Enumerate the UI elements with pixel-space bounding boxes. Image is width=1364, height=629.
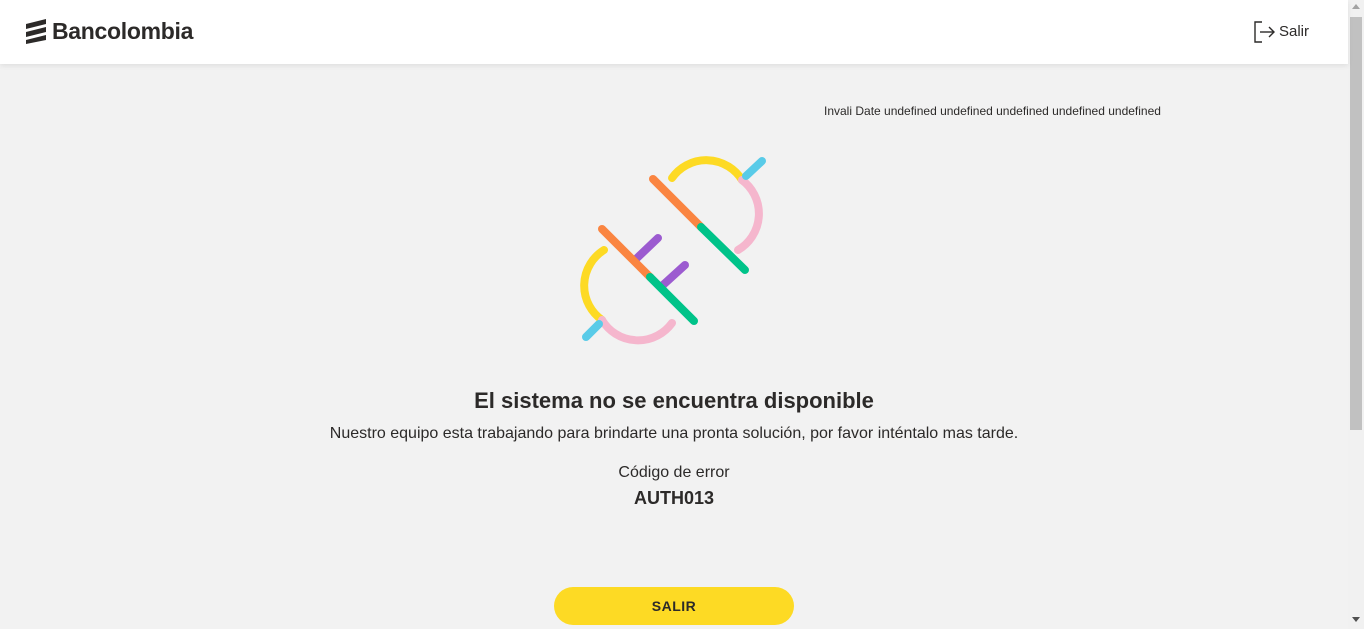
scroll-up-arrow-icon[interactable] <box>1352 4 1360 9</box>
exit-door-icon <box>1254 21 1275 43</box>
date-text: Invali Date undefined undefined undefine… <box>824 104 1161 118</box>
brand-logo[interactable]: Bancolombia <box>24 18 193 44</box>
page-subtitle: Nuestro equipo esta trabajando para brin… <box>329 425 1019 442</box>
bancolombia-logo-icon <box>26 19 46 44</box>
scroll-down-arrow-icon[interactable] <box>1352 617 1360 622</box>
exit-link-label: Salir <box>1279 23 1310 40</box>
header-exit-link[interactable]: Salir <box>1252 20 1309 44</box>
top-header: Bancolombia Salir <box>0 0 1348 64</box>
scroll-thumb[interactable] <box>1350 17 1362 430</box>
error-code-label: Código de error <box>618 464 730 481</box>
error-code-value: AUTH013 <box>633 488 715 508</box>
brand-name: Bancolombia <box>52 18 194 44</box>
page-scrollbar[interactable] <box>1348 0 1364 629</box>
disconnected-plug-icon <box>580 156 766 345</box>
exit-button[interactable]: SALIR <box>554 587 794 625</box>
page-title: El sistema no se encuentra disponible <box>474 388 874 413</box>
